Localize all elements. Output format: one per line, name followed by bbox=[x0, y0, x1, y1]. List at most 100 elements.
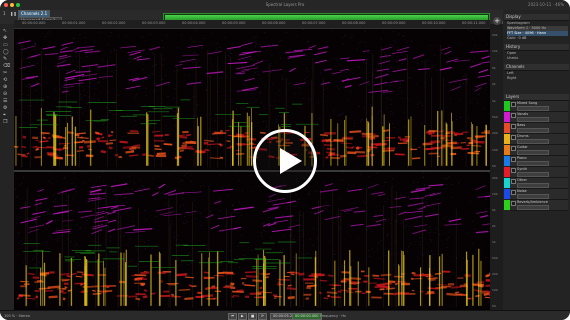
spectrogram-right-channel[interactable] bbox=[14, 172, 490, 310]
ruler-tick-label: 00:00:04.000 bbox=[182, 21, 206, 25]
tool-icon[interactable]: ✎ bbox=[3, 56, 7, 62]
ruler-tick-label: 00:00:11.000 bbox=[462, 21, 486, 25]
tool-icon[interactable]: ⟲ bbox=[3, 77, 7, 83]
tool-icon[interactable]: ☰ bbox=[3, 98, 7, 104]
frequency-label: 50 bbox=[492, 304, 496, 308]
tool-icon[interactable]: ↖ bbox=[3, 28, 7, 34]
ruler-tick-label: 00:00:10.000 bbox=[422, 21, 446, 25]
history-panel-header[interactable]: History bbox=[504, 44, 569, 51]
spectrogram-canvas[interactable] bbox=[14, 29, 490, 170]
layer-visibility-checkbox[interactable] bbox=[511, 113, 516, 118]
tool-icon[interactable]: ⊖ bbox=[3, 91, 7, 97]
tool-icon[interactable]: ❐ bbox=[3, 119, 7, 125]
frequency-label: 5k bbox=[492, 208, 496, 212]
layer-row[interactable]: Noise bbox=[510, 189, 568, 200]
frequency-label: 1k bbox=[492, 240, 496, 244]
layer-visibility-checkbox[interactable] bbox=[511, 157, 516, 162]
zoom-status: 100 % · Stereo bbox=[4, 314, 30, 318]
layer-gain-slider[interactable] bbox=[517, 161, 549, 166]
ruler-tick-label: 00:00:08.000 bbox=[342, 21, 366, 25]
close-window-icon[interactable] bbox=[4, 3, 8, 7]
layers-list: Mixed Song Vocals Bass Drums Guitar Piano Synt… bbox=[503, 101, 570, 221]
layer-gain-slider[interactable] bbox=[517, 106, 549, 111]
layer-gain-slider[interactable] bbox=[517, 128, 549, 133]
tool-icon[interactable]: ⚙ bbox=[3, 105, 7, 111]
tool-icon[interactable]: ⌖ bbox=[3, 112, 6, 118]
layer-row[interactable]: Vocals bbox=[510, 112, 568, 123]
zoom-add-button[interactable]: + bbox=[493, 17, 501, 25]
tool-icon[interactable]: ✂ bbox=[3, 70, 7, 76]
spectrogram-canvas[interactable] bbox=[14, 172, 490, 310]
channel-right[interactable]: Right bbox=[507, 76, 516, 81]
layer-row[interactable]: Guitar bbox=[510, 145, 568, 156]
right-panel: Display Spectrogram Waveform 1 · 5000 Hz… bbox=[503, 10, 570, 310]
frequency-label: 2k bbox=[492, 82, 496, 87]
frequency-label: 100 bbox=[492, 147, 498, 152]
layer-visibility-checkbox[interactable] bbox=[511, 124, 516, 129]
layer-gain-slider[interactable] bbox=[517, 205, 549, 210]
selection-display[interactable]: 00:00:00.000 bbox=[292, 313, 322, 320]
display-row-4[interactable]: Gain: ·0 dB bbox=[507, 36, 568, 41]
layer-visibility-checkbox[interactable] bbox=[511, 102, 516, 107]
app-window: Spectral Layers Pro 2023-10-11 · 46% 1 ❚… bbox=[0, 0, 570, 320]
layer-gain-slider[interactable] bbox=[517, 172, 549, 177]
layer-visibility-checkbox[interactable] bbox=[511, 146, 516, 151]
layer-row[interactable]: Piano bbox=[510, 156, 568, 167]
time-ruler[interactable]: 00:00:00.000 00:00:01.000 00:00:02.000 00:0… bbox=[14, 20, 526, 29]
layers-panel-header[interactable]: Layers bbox=[504, 94, 569, 101]
layer-visibility-checkbox[interactable] bbox=[511, 190, 516, 195]
play-icon bbox=[280, 148, 302, 174]
frequency-label: 200 bbox=[492, 131, 498, 136]
display-panel-header[interactable]: Display bbox=[504, 14, 569, 21]
tool-icon[interactable]: ⊕ bbox=[3, 84, 7, 90]
transport-stop[interactable]: ■ bbox=[248, 313, 258, 320]
frequency-label: 500 bbox=[492, 256, 498, 260]
ruler-tick-label: 00:00:03.000 bbox=[142, 21, 166, 25]
layer-visibility-checkbox[interactable] bbox=[511, 168, 516, 173]
frequency-label: 10k bbox=[492, 192, 498, 196]
minimize-window-icon[interactable] bbox=[10, 3, 14, 7]
frequency-label: 100 bbox=[492, 288, 498, 292]
layer-row[interactable]: Other bbox=[510, 178, 568, 189]
ruler-tick-label: 00:00:07.000 bbox=[302, 21, 326, 25]
status-bar: 100 % · Stereo ⏮ ▶ ■ ⟳ 00:00:05.212 00:0… bbox=[0, 310, 570, 320]
play-video-button[interactable] bbox=[253, 129, 317, 193]
layer-gain-slider[interactable] bbox=[517, 117, 549, 122]
layer-row[interactable]: Drums bbox=[510, 134, 568, 145]
frequency-label: 2k bbox=[492, 224, 496, 228]
pause-icon[interactable]: ❚❚ bbox=[10, 11, 17, 17]
layer-gain-slider[interactable] bbox=[517, 139, 549, 144]
tool-icon[interactable]: ◯ bbox=[3, 49, 9, 55]
tool-icon[interactable]: ⌫ bbox=[3, 63, 10, 69]
ruler-tick-label: 00:00:02.000 bbox=[102, 21, 126, 25]
ruler-tick-label: 00:00:09.000 bbox=[382, 21, 406, 25]
frequency-label: 500 bbox=[492, 114, 498, 119]
layer-row[interactable]: Reverb/Ambience bbox=[510, 200, 568, 211]
tool-icon[interactable]: ✥ bbox=[3, 35, 7, 41]
window-title: Spectral Layers Pro bbox=[265, 2, 305, 7]
ruler-tick-label: 00:00:00.000 bbox=[22, 21, 46, 25]
frequency-label: 50 bbox=[492, 164, 496, 168]
layer-gain-slider[interactable] bbox=[517, 183, 549, 188]
layer-row[interactable]: Mixed Song bbox=[510, 101, 568, 112]
layer-row[interactable]: Bass bbox=[510, 123, 568, 134]
frequency-label: 1k bbox=[492, 98, 496, 103]
layer-row[interactable]: Synth bbox=[510, 167, 568, 178]
layer-visibility-checkbox[interactable] bbox=[511, 201, 516, 206]
transport-play[interactable]: ▶ bbox=[238, 313, 247, 320]
toolbar-item-1[interactable]: 1 bbox=[3, 11, 6, 17]
frequency-label: 20k bbox=[492, 33, 498, 37]
tool-icon[interactable]: ▭ bbox=[3, 42, 8, 48]
transport-loop[interactable]: ⟳ bbox=[258, 313, 267, 320]
layer-visibility-checkbox[interactable] bbox=[511, 135, 516, 140]
layer-visibility-checkbox[interactable] bbox=[511, 179, 516, 184]
channels-panel-header[interactable]: Channels bbox=[504, 64, 569, 71]
frequency-label: 200 bbox=[492, 272, 498, 276]
transport-rewind[interactable]: ⏮ bbox=[228, 313, 238, 320]
history-item-unmix[interactable]: Unmix bbox=[507, 56, 518, 61]
maximize-window-icon[interactable] bbox=[16, 3, 20, 7]
layer-gain-slider[interactable] bbox=[517, 194, 549, 199]
tool-palette: ↖ ✥ ▭ ◯ ✎ ⌫ ✂ ⟲ ⊕ ⊖ ☰ ⚙ ⌖ ❐ bbox=[0, 24, 14, 310]
layer-gain-slider[interactable] bbox=[517, 150, 549, 155]
spectrogram-left-channel[interactable] bbox=[14, 29, 490, 170]
